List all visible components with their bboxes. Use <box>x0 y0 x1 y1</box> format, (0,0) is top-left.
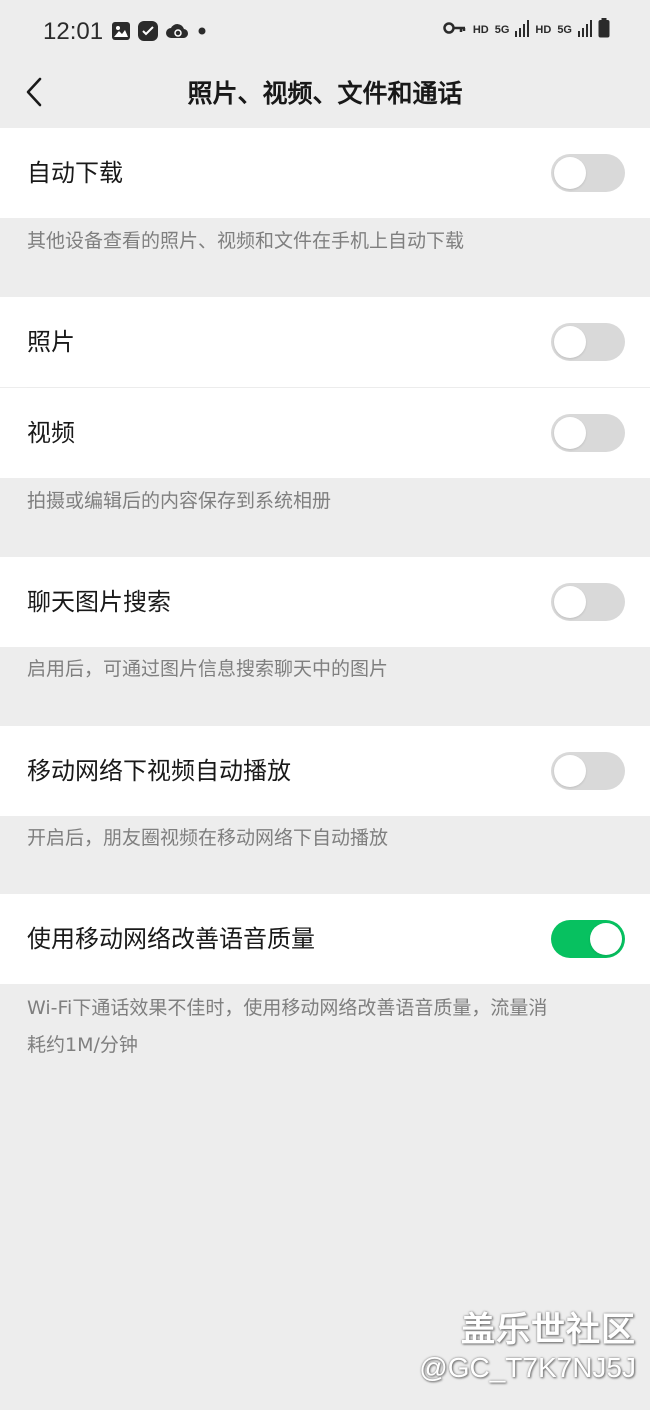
key-icon <box>443 20 467 39</box>
chat-image-search-toggle[interactable] <box>551 583 625 621</box>
setting-label: 移动网络下视频自动播放 <box>27 757 291 785</box>
setting-label: 使用移动网络改善语音质量 <box>27 925 315 953</box>
net-label-1: 5G <box>494 23 510 36</box>
setting-row-videos[interactable]: 视频 <box>0 388 650 478</box>
improve-voice-quality-toggle[interactable] <box>551 920 625 958</box>
setting-row-auto-download[interactable]: 自动下载 <box>0 128 650 218</box>
signal-icon-1 <box>515 19 530 40</box>
photos-toggle[interactable] <box>551 323 625 361</box>
status-time: 12:01 <box>43 18 104 45</box>
auto-download-description: 其他设备查看的照片、视频和文件在手机上自动下载 <box>27 230 465 252</box>
setting-row-mobile-video-autoplay[interactable]: 移动网络下视频自动播放 <box>0 726 650 816</box>
setting-label: 照片 <box>27 328 75 356</box>
net-label-2: 5G <box>557 23 572 36</box>
hd-label-2: HD <box>535 23 552 36</box>
more-notifications-dot-icon <box>195 21 209 45</box>
hd-label-1: HD <box>472 23 489 36</box>
toggle-knob <box>554 755 586 787</box>
setting-row-chat-image-search[interactable]: 聊天图片搜索 <box>0 557 650 647</box>
setting-label: 自动下载 <box>27 159 123 187</box>
page-title: 照片、视频、文件和通话 <box>187 79 463 108</box>
watermark-user: @GC_T7K7NJ5J <box>419 1352 636 1383</box>
toggle-knob <box>554 417 586 449</box>
mobile-video-autoplay-description: 开启后，朋友圈视频在移动网络下自动播放 <box>27 827 389 849</box>
app-notification-icon <box>137 20 159 46</box>
battery-icon <box>598 18 610 41</box>
status-system-icons: HD 5G HD 5G <box>443 18 610 41</box>
auto-download-toggle[interactable] <box>551 154 625 192</box>
toggle-knob <box>554 326 586 358</box>
description-line-2: 耗约1M/分钟 <box>27 1034 138 1056</box>
signal-icon-2 <box>578 19 592 40</box>
watermark-brand: 盖乐世社区 <box>461 1310 636 1350</box>
cloud-sync-icon <box>165 21 189 45</box>
improve-voice-quality-description: Wi-Fi下通话效果不佳时，使用移动网络改善语音质量，流量消 耗约1M/分钟 <box>27 990 627 1064</box>
chat-image-search-description: 启用后，可通过图片信息搜索聊天中的图片 <box>27 658 389 680</box>
toggle-knob <box>554 586 586 618</box>
toggle-knob <box>554 157 586 189</box>
videos-toggle[interactable] <box>551 414 625 452</box>
gallery-icon <box>111 21 131 45</box>
nav-bar: 照片、视频、文件和通话 <box>0 64 650 128</box>
setting-row-improve-voice-quality[interactable]: 使用移动网络改善语音质量 <box>0 894 650 984</box>
description-line-1: Wi-Fi下通话效果不佳时，使用移动网络改善语音质量，流量消 <box>27 997 548 1019</box>
status-bar: 12:01 HD 5G HD 5G <box>0 0 650 64</box>
setting-label: 聊天图片搜索 <box>27 588 171 616</box>
status-notification-icons <box>111 20 209 46</box>
mobile-video-autoplay-toggle[interactable] <box>551 752 625 790</box>
setting-row-photos[interactable]: 照片 <box>0 297 650 387</box>
save-to-album-description: 拍摄或编辑后的内容保存到系统相册 <box>27 490 332 512</box>
toggle-knob <box>590 923 622 955</box>
setting-label: 视频 <box>27 419 75 447</box>
